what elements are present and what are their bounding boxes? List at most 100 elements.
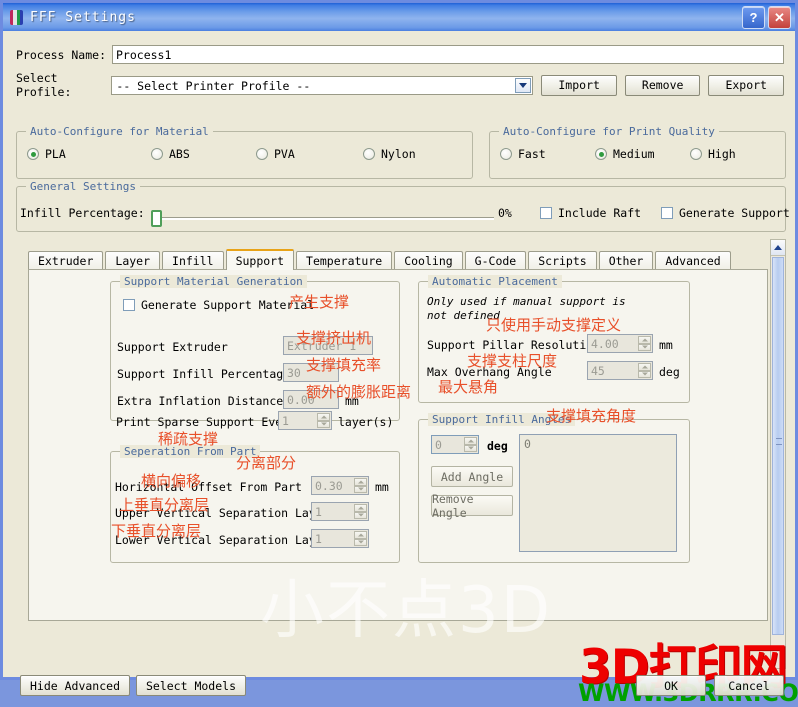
process-name-row: Process Name: Process1 — [16, 45, 784, 64]
annotation-horizontal-offset: 横向偏移 — [141, 472, 202, 490]
spinner-arrows-icon[interactable] — [317, 413, 330, 428]
horizontal-offset-value: 0.30 — [315, 479, 343, 493]
settings-tabstrip: Extruder Layer Infill Support Temperatur… — [28, 249, 768, 270]
spinner-arrows-icon[interactable] — [354, 504, 367, 519]
tab-support[interactable]: Support — [225, 249, 295, 270]
max-overhang-angle-unit: deg — [659, 365, 680, 379]
tab-layer[interactable]: Layer — [105, 251, 161, 270]
export-button[interactable]: Export — [708, 74, 784, 96]
slider-thumb[interactable] — [151, 210, 162, 227]
print-sparse-support-unit: layer(s) — [338, 415, 394, 429]
radio-abs-label: ABS — [169, 147, 190, 161]
radio-dot-icon — [500, 148, 512, 160]
process-name-label: Process Name: — [16, 47, 107, 62]
spinner-arrows-icon[interactable] — [638, 336, 651, 351]
tab-temperature[interactable]: Temperature — [296, 251, 393, 270]
remove-button[interactable]: Remove — [624, 74, 701, 96]
tab-scripts[interactable]: Scripts — [528, 251, 597, 270]
radio-high-label: High — [708, 147, 736, 161]
window-controls: ? ✕ — [742, 6, 791, 29]
spinner-arrows-icon[interactable] — [464, 437, 477, 452]
radio-fast[interactable]: Fast — [500, 147, 546, 161]
scroll-up-arrow-icon[interactable] — [771, 240, 785, 256]
radio-dot-icon — [595, 148, 607, 160]
cancel-button[interactable]: Cancel — [714, 675, 784, 696]
checkbox-icon — [661, 207, 673, 219]
generate-support-label: Generate Support — [679, 206, 790, 220]
tab-advanced[interactable]: Advanced — [655, 251, 731, 270]
annotation-generate-support: 产生支撑 — [289, 293, 350, 311]
tab-extruder[interactable]: Extruder — [28, 251, 104, 270]
radio-pla[interactable]: PLA — [27, 147, 66, 161]
chevron-down-icon[interactable] — [515, 77, 532, 93]
smg-group-title: Support Material Generation — [120, 275, 307, 288]
include-raft-checkbox[interactable]: Include Raft — [540, 206, 641, 220]
radio-abs[interactable]: ABS — [151, 147, 190, 161]
annotation-support-extruder: 支撑挤出机 — [296, 329, 372, 347]
tab-other[interactable]: Other — [598, 251, 654, 270]
checkbox-icon — [540, 207, 552, 219]
radio-dot-icon — [256, 148, 268, 160]
title-bar: FFF Settings ? ✕ — [3, 3, 795, 31]
print-sparse-support-input[interactable]: 1 — [278, 411, 332, 430]
angles-listbox[interactable]: 0 — [519, 434, 677, 552]
general-group-title: General Settings — [26, 180, 140, 193]
generate-support-checkbox[interactable]: Generate Support — [661, 206, 790, 220]
radio-dot-icon — [151, 148, 163, 160]
angle-value: 0 — [435, 438, 442, 452]
vertical-scrollbar[interactable] — [770, 239, 786, 669]
infill-percentage-value: 0% — [498, 206, 512, 220]
tab-cooling[interactable]: Cooling — [394, 251, 463, 270]
radio-pva-label: PVA — [274, 147, 295, 161]
angle-value-input[interactable]: 0 — [431, 435, 479, 454]
max-overhang-angle-input[interactable]: 45 — [587, 361, 653, 380]
print-sparse-support-label: Print Sparse Support Every — [116, 415, 297, 429]
remove-angle-button[interactable]: Remove Angle — [431, 492, 513, 520]
lower-vertical-separation-input[interactable]: 1 — [311, 529, 369, 548]
annotation-max-overhang: 最大悬角 — [438, 378, 499, 396]
radio-fast-label: Fast — [518, 147, 546, 161]
upper-vertical-separation-value: 1 — [315, 505, 322, 519]
window-title: FFF Settings — [30, 9, 136, 25]
spinner-arrows-icon[interactable] — [354, 478, 367, 493]
import-button[interactable]: Import — [541, 74, 617, 96]
select-models-button[interactable]: Select Models — [136, 675, 246, 696]
support-infill-angles-group: Support Infill Angles 0 deg Add Angle Re… — [418, 413, 690, 563]
annotation-infill-angles: 支撑填充角度 — [546, 407, 637, 425]
select-profile-row: Select Profile: -- Select Printer Profil… — [16, 71, 784, 99]
radio-dot-icon — [690, 148, 702, 160]
tab-infill[interactable]: Infill — [162, 251, 224, 270]
horizontal-offset-unit: mm — [375, 480, 389, 494]
auto-configure-quality-group: Auto-Configure for Print Quality Fast Me… — [489, 125, 786, 179]
material-group-title: Auto-Configure for Material — [26, 125, 213, 138]
horizontal-offset-input[interactable]: 0.30 — [311, 476, 369, 495]
radio-pva[interactable]: PVA — [256, 147, 295, 161]
spinner-arrows-icon[interactable] — [638, 363, 651, 378]
radio-pla-label: PLA — [45, 147, 66, 161]
tab-gcode[interactable]: G-Code — [464, 251, 527, 270]
ok-button[interactable]: OK — [636, 675, 706, 696]
radio-medium[interactable]: Medium — [595, 147, 655, 161]
annotation-lower-vertical: 下垂直分离层 — [111, 522, 202, 540]
infill-percentage-slider[interactable] — [149, 210, 494, 227]
hide-advanced-button[interactable]: Hide Advanced — [20, 675, 130, 696]
process-name-input[interactable]: Process1 — [112, 45, 784, 64]
radio-high[interactable]: High — [690, 147, 736, 161]
upper-vertical-separation-input[interactable]: 1 — [311, 502, 369, 521]
add-angle-button[interactable]: Add Angle — [431, 466, 513, 487]
support-pillar-resolution-input[interactable]: 4.00 — [587, 334, 653, 353]
quality-group-title: Auto-Configure for Print Quality — [499, 125, 719, 138]
annotation-upper-vertical: 上垂直分离层 — [119, 496, 210, 514]
generate-support-material-checkbox[interactable]: Generate Support Material — [123, 298, 314, 312]
scrollbar-thumb[interactable] — [772, 257, 784, 635]
spinner-arrows-icon[interactable] — [354, 531, 367, 546]
radio-nylon[interactable]: Nylon — [363, 147, 416, 161]
select-profile-dropdown[interactable]: -- Select Printer Profile -- — [111, 75, 534, 95]
support-pillar-resolution-value: 4.00 — [591, 337, 619, 351]
help-button[interactable]: ? — [742, 6, 765, 29]
close-button[interactable]: ✕ — [768, 6, 791, 29]
extra-inflation-distance-label: Extra Inflation Distance — [117, 394, 284, 408]
radio-nylon-label: Nylon — [381, 147, 416, 161]
annotation-manual-support: 只使用手动支撑定义 — [486, 316, 622, 334]
select-profile-value: -- Select Printer Profile -- — [116, 78, 311, 93]
